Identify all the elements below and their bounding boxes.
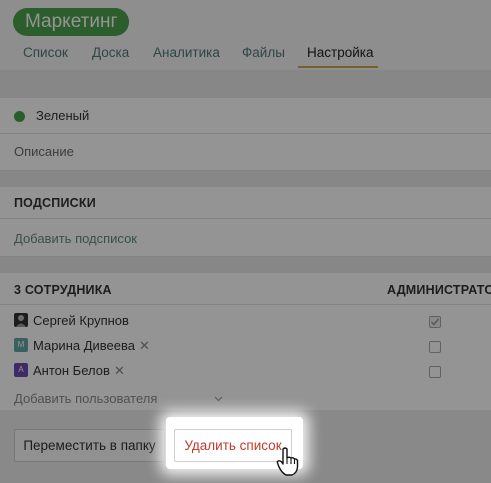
add-user-field[interactable]: Добавить пользователя	[14, 390, 157, 408]
admin-checkbox[interactable]	[429, 366, 441, 378]
delete-list-button[interactable]: Удалить список	[174, 429, 292, 462]
section-spacer	[0, 257, 491, 273]
chevron-down-icon	[214, 396, 223, 402]
members-count-heading: 3 СОТРУДНИКА	[14, 283, 112, 297]
member-name: Марина Дивеева	[33, 338, 135, 353]
color-dot-icon	[14, 111, 25, 122]
color-row[interactable]: Зеленый	[0, 98, 491, 134]
tab-board[interactable]: Доска	[92, 44, 129, 62]
description-row[interactable]: Описание	[0, 134, 491, 171]
description-field[interactable]: Описание	[14, 143, 74, 161]
add-sublist-row: Добавить подсписок	[0, 219, 491, 257]
list-header: Маркетинг Список Доска Аналитика Файлы Н…	[0, 0, 491, 70]
member-name: Сергей Крупнов	[33, 313, 129, 328]
remove-member-icon[interactable]: ✕	[139, 337, 150, 355]
members-list: Сергей Крупнов М Марина Дивеева ✕ А Анто…	[0, 305, 491, 410]
hand-cursor-icon	[276, 447, 299, 476]
section-spacer	[0, 70, 491, 98]
sublists-heading: ПОДСПИСКИ	[14, 196, 96, 210]
admin-column-heading: АДМИНИСТРАТОР	[387, 283, 491, 297]
admin-checkbox[interactable]	[429, 316, 441, 328]
list-title-badge[interactable]: Маркетинг	[13, 8, 130, 36]
sublists-heading-row: ПОДСПИСКИ	[0, 187, 491, 219]
list-settings-page: Маркетинг Список Доска Аналитика Файлы Н…	[0, 0, 491, 483]
active-tab-indicator	[298, 66, 378, 68]
avatar: М	[14, 338, 28, 352]
move-to-folder-button[interactable]: Переместить в папку	[14, 429, 165, 462]
tab-files[interactable]: Файлы	[242, 44, 285, 62]
tab-bar: Список Доска Аналитика Файлы Настройка	[0, 42, 491, 70]
tab-settings[interactable]: Настройка	[307, 44, 373, 62]
add-sublist-link[interactable]: Добавить подсписок	[14, 230, 137, 248]
color-name: Зеленый	[36, 108, 90, 123]
remove-member-icon[interactable]: ✕	[114, 362, 125, 380]
admin-checkbox[interactable]	[429, 341, 441, 353]
tab-analytics[interactable]: Аналитика	[153, 44, 220, 62]
tab-list[interactable]: Список	[23, 44, 68, 62]
member-name: Антон Белов	[33, 363, 110, 378]
avatar: А	[14, 363, 28, 377]
avatar	[14, 313, 28, 327]
section-spacer	[0, 171, 491, 187]
members-heading-row: 3 СОТРУДНИКА АДМИНИСТРАТОР	[0, 273, 491, 305]
